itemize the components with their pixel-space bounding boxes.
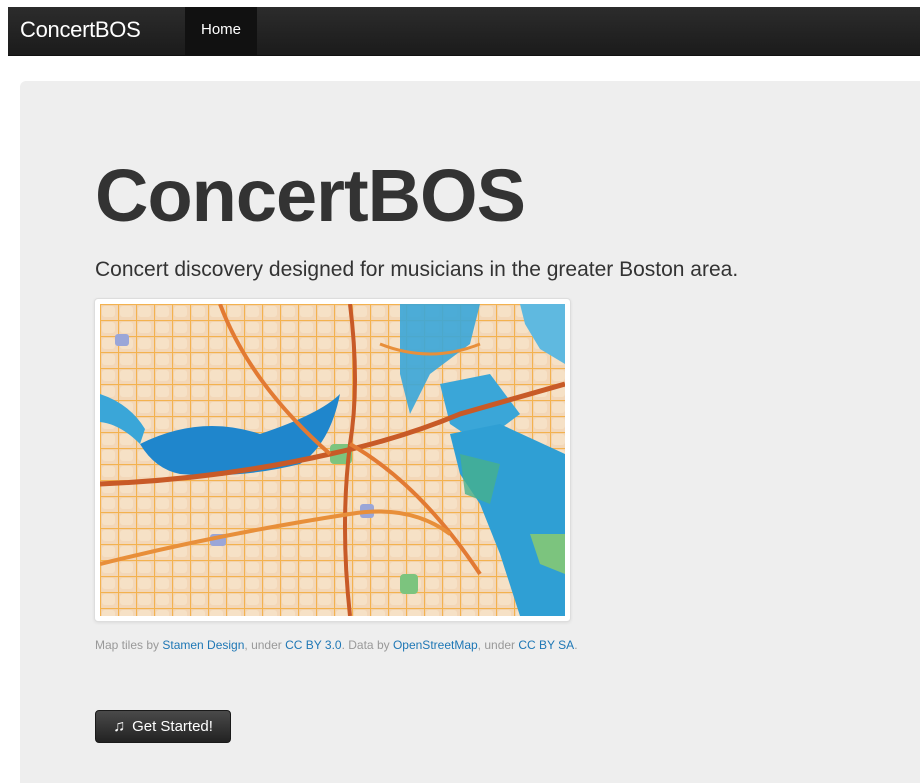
map-credit: Map tiles by Stamen Design, under CC BY … <box>95 638 578 652</box>
hero-unit: ConcertBOS Concert discovery designed fo… <box>20 81 920 783</box>
navbar: ConcertBOS Home <box>8 7 920 56</box>
music-note-icon: ♫ <box>113 717 126 735</box>
cc-by-sa-link[interactable]: CC BY SA <box>518 638 574 652</box>
credit-text: Map tiles by <box>95 638 163 652</box>
credit-text: . <box>574 638 578 652</box>
credit-text: , under <box>477 638 519 652</box>
page-title: ConcertBOS <box>95 154 526 237</box>
map-thumbnail <box>94 298 571 622</box>
map-image <box>100 304 565 616</box>
lead-text: Concert discovery designed for musicians… <box>95 258 739 281</box>
cc-by-link[interactable]: CC BY 3.0 <box>285 638 341 652</box>
get-started-label: Get Started! <box>132 718 213 735</box>
stamen-design-link[interactable]: Stamen Design <box>162 638 244 652</box>
brand-link[interactable]: ConcertBOS <box>20 7 141 55</box>
get-started-button[interactable]: ♫ Get Started! <box>95 710 231 743</box>
openstreetmap-link[interactable]: OpenStreetMap <box>393 638 478 652</box>
credit-text: . Data by <box>341 638 393 652</box>
nav-home-link[interactable]: Home <box>185 7 257 55</box>
credit-text: , under <box>244 638 286 652</box>
